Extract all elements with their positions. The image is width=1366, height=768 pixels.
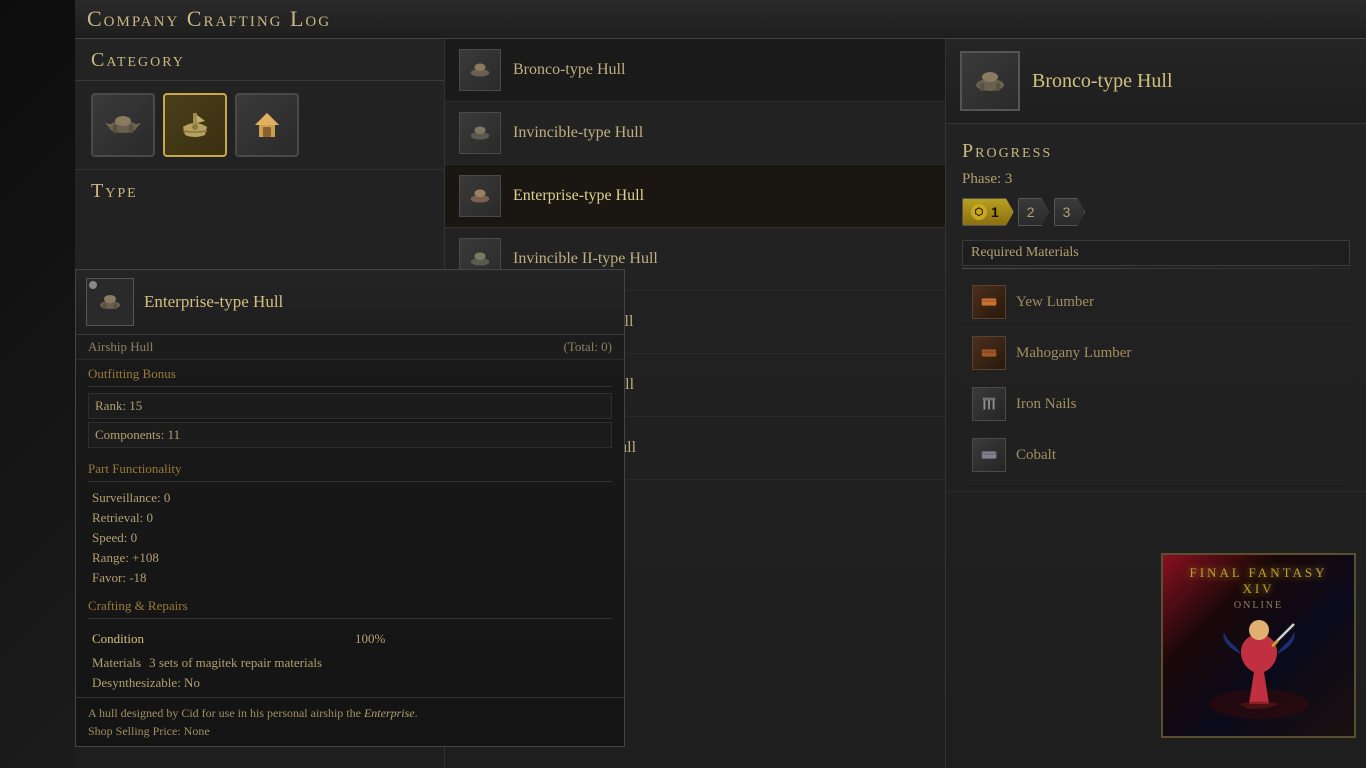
item-description: A hull designed by Cid for use in his pe… — [76, 697, 624, 746]
desynthesizable: Desynthesizable: No — [88, 673, 612, 693]
yew-lumber-name: Yew Lumber — [1016, 294, 1094, 311]
phase-3-button[interactable]: 3 — [1054, 198, 1086, 226]
promo-subtitle: ONLINE — [1234, 600, 1283, 611]
iron-nails-name: Iron Nails — [1016, 396, 1076, 413]
part-functionality-section: Part Functionality Surveillance: 0 Retri… — [76, 455, 624, 592]
material-yew-lumber: Yew Lumber — [962, 277, 1350, 328]
phase-1-icon: ⬡ — [971, 204, 987, 220]
promo-figure — [1173, 611, 1344, 726]
iron-nails-icon — [972, 387, 1006, 421]
category-ship-button[interactable] — [163, 93, 227, 157]
selected-item-header: Bronco-type Hull — [946, 39, 1366, 124]
stat-retrieval: Retrieval: 0 — [88, 508, 612, 528]
window-title: Company Crafting Log — [75, 0, 1366, 39]
shop-price: Shop Selling Price: None — [88, 724, 210, 738]
required-materials-title: Required Materials — [962, 240, 1350, 266]
stat-range: Range: +108 — [88, 548, 612, 568]
item-total: (Total: 0) — [563, 339, 612, 355]
material-cobalt: Cobalt — [962, 430, 1350, 481]
category-icons — [75, 81, 444, 170]
phase-1-button[interactable]: ⬡ 1 — [962, 198, 1014, 226]
main-container: Company Crafting Log Category — [75, 0, 1366, 768]
left-panel: Category — [75, 39, 445, 768]
crafting-section: Crafting & Repairs Condition 100% Materi… — [76, 592, 624, 697]
promo-box: FINAL FANTASY XIV ONLINE — [1161, 553, 1356, 738]
selected-item-name: Bronco-type Hull — [1032, 70, 1173, 93]
phase-2-button[interactable]: 2 — [1018, 198, 1050, 226]
content-area: Category — [75, 39, 1366, 768]
hull-item-invincible[interactable]: Invincible-type Hull — [445, 102, 945, 165]
item-detail-name: Enterprise-type Hull — [144, 292, 283, 312]
hull-icon-enterprise — [459, 175, 501, 217]
type-header: Type — [75, 170, 444, 211]
material-iron-nails: Iron Nails — [962, 379, 1350, 430]
crafting-grid: Condition 100% — [88, 625, 612, 653]
phase-1-label: 1 — [991, 204, 999, 220]
phase-label: Phase: 3 — [962, 171, 1350, 188]
rank-row: Rank: 15 — [88, 393, 612, 419]
phase-3-label: 3 — [1063, 204, 1071, 220]
item-subtitle: Airship Hull — [88, 339, 153, 355]
progress-section: Progress Phase: 3 ⬡ 1 2 3 Required Mater… — [946, 124, 1366, 492]
hull-name-enterprise: Enterprise-type Hull — [513, 187, 644, 205]
category-airship-button[interactable] — [91, 93, 155, 157]
stat-surveillance: Surveillance: 0 — [88, 488, 612, 508]
mahogany-lumber-icon — [972, 336, 1006, 370]
phase-buttons: ⬡ 1 2 3 — [962, 198, 1350, 226]
phase-2-label: 2 — [1027, 204, 1035, 220]
hull-name-invincible2: Invincible II-type Hull — [513, 250, 658, 268]
cobalt-name: Cobalt — [1016, 447, 1056, 464]
item-detail-panel: Enterprise-type Hull Airship Hull (Total… — [75, 269, 625, 747]
condition-value: 100% — [351, 629, 612, 649]
condition-label: Condition — [88, 629, 349, 649]
stat-favor: Favor: -18 — [88, 568, 612, 588]
category-header: Category — [75, 39, 444, 81]
selected-item-icon — [960, 51, 1020, 111]
outfitting-section: Outfitting Bonus Rank: 15 Components: 11 — [76, 360, 624, 455]
stat-speed: Speed: 0 — [88, 528, 612, 548]
item-detail-header: Enterprise-type Hull — [76, 270, 624, 335]
materials-value: 3 sets of magitek repair materials — [149, 655, 322, 671]
outfitting-title: Outfitting Bonus — [88, 366, 612, 382]
promo-inner: FINAL FANTASY XIV ONLINE — [1163, 555, 1354, 736]
progress-title: Progress — [962, 140, 1350, 163]
right-panel: Bronco-type Hull Progress Phase: 3 ⬡ 1 2… — [946, 39, 1366, 768]
material-mahogany-lumber: Mahogany Lumber — [962, 328, 1350, 379]
components-row: Components: 11 — [88, 422, 612, 448]
part-functionality-title: Part Functionality — [88, 461, 612, 477]
materials-divider — [962, 268, 1350, 269]
item-icon — [86, 278, 134, 326]
hull-name-invincible: Invincible-type Hull — [513, 124, 643, 142]
item-detail-name-area: Enterprise-type Hull — [144, 292, 283, 312]
promo-title: FINAL FANTASY XIV — [1173, 565, 1344, 596]
crafting-title: Crafting & Repairs — [88, 598, 612, 614]
hull-icon-invincible — [459, 112, 501, 154]
mahogany-lumber-name: Mahogany Lumber — [1016, 345, 1131, 362]
cobalt-icon — [972, 438, 1006, 472]
hull-name-bronco: Bronco-type Hull — [513, 61, 625, 79]
category-house-button[interactable] — [235, 93, 299, 157]
hull-item-bronco[interactable]: Bronco-type Hull — [445, 39, 945, 102]
hull-icon-bronco — [459, 49, 501, 91]
hull-item-enterprise[interactable]: Enterprise-type Hull — [445, 165, 945, 228]
materials-label: Materials — [92, 655, 141, 671]
yew-lumber-icon — [972, 285, 1006, 319]
